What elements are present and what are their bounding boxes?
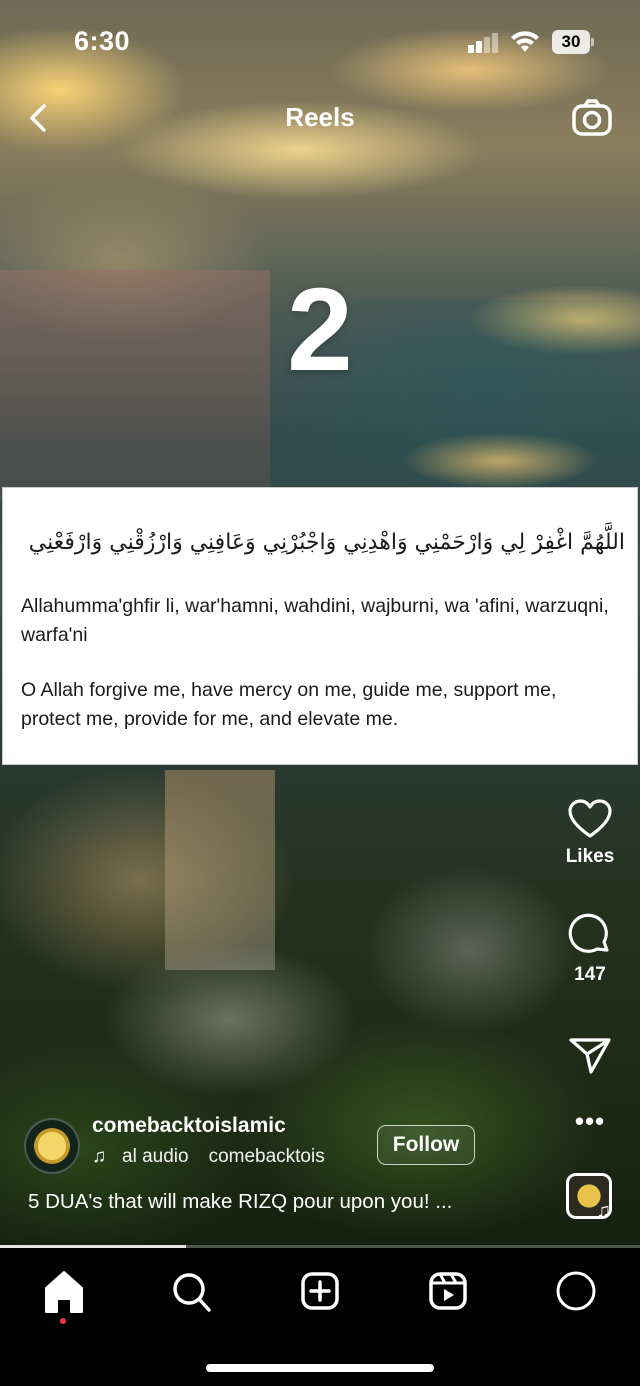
plus-square-icon	[301, 1272, 339, 1310]
search-icon	[173, 1273, 211, 1312]
dua-transliteration: Allahumma'ghfir li, war'hamni, wahdini, …	[21, 595, 609, 646]
comment-button[interactable]: 147	[555, 912, 625, 986]
share-button[interactable]	[555, 1034, 625, 1076]
dua-arabic-text: اللَّهُمَّ اغْفِرْ لِي وَارْحَمْنِي وَاه…	[28, 530, 625, 555]
profile-icon	[556, 1271, 596, 1311]
paper-plane-icon	[569, 1038, 611, 1074]
video-landscape	[0, 770, 640, 1248]
home-indicator	[206, 1364, 434, 1372]
cellular-signal-icon	[468, 33, 500, 53]
dua-meaning: O Allah forgive me, have mercy on me, gu…	[21, 679, 557, 730]
dua-card: اللَّهُمَّ اغْفِرْ لِي وَارْحَمْنِي وَاه…	[2, 487, 638, 765]
status-time: 6:30	[74, 26, 131, 56]
music-note-icon: ♫	[596, 1200, 611, 1222]
notification-dot	[60, 1318, 66, 1324]
reel-caption[interactable]: 5 DUA's that will make RIZQ pour upon yo…	[28, 1190, 538, 1214]
wifi-icon	[511, 31, 539, 52]
nav-home[interactable]	[34, 1268, 94, 1324]
reels-icon	[429, 1272, 467, 1310]
camera-icon[interactable]	[570, 96, 614, 140]
page-title: Reels	[285, 102, 355, 132]
more-options-button[interactable]: •••	[555, 1106, 625, 1137]
audio-source: comebacktois	[208, 1146, 325, 1167]
battery-level: 30	[561, 32, 581, 51]
nav-create[interactable]	[290, 1268, 350, 1324]
comments-count: 147	[574, 964, 606, 985]
likes-label: Likes	[565, 846, 615, 867]
account-logo	[34, 1128, 70, 1164]
bottom-nav	[0, 1248, 640, 1386]
heart-icon	[568, 799, 612, 838]
nav-search[interactable]	[162, 1268, 222, 1324]
audio-info[interactable]: ♫ al audio comebacktois	[92, 1146, 325, 1168]
follow-button[interactable]: Follow	[377, 1125, 475, 1165]
comment-bubble-icon	[568, 913, 609, 953]
music-note-icon: ♫	[92, 1146, 107, 1167]
nav-reels[interactable]	[418, 1268, 478, 1324]
audio-label: al audio	[122, 1146, 189, 1167]
avatar[interactable]	[24, 1118, 80, 1174]
reels-header: Reels	[0, 90, 640, 146]
username[interactable]: comebacktoislamic	[92, 1114, 286, 1138]
status-bar: 6:30 30	[0, 0, 640, 80]
dua-number: 2	[287, 264, 353, 396]
nav-profile[interactable]	[546, 1268, 606, 1324]
home-icon	[45, 1271, 83, 1313]
battery-icon: 30	[552, 30, 594, 54]
like-button[interactable]: Likes	[555, 798, 625, 868]
